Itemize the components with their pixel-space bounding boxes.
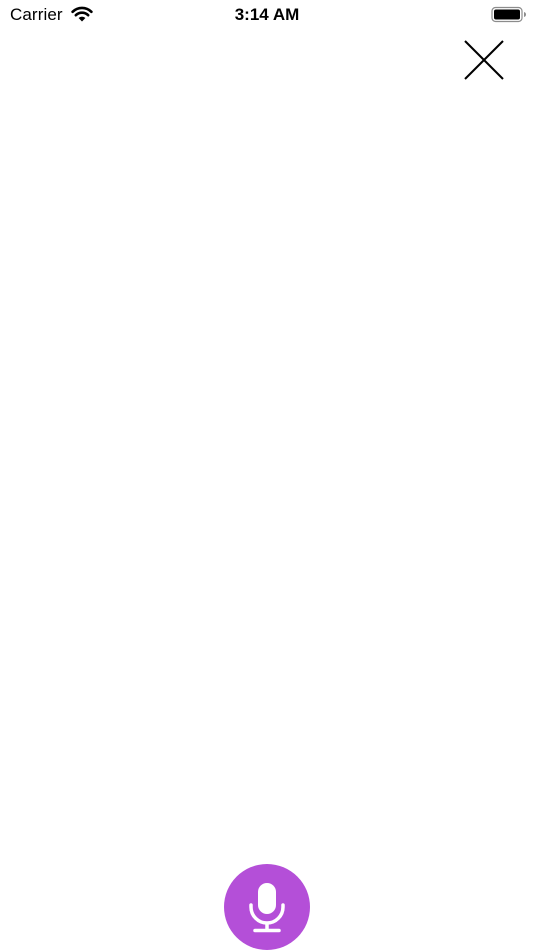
battery-icon — [491, 6, 526, 23]
status-bar: Carrier 3:14 AM — [0, 0, 534, 32]
status-time: 3:14 AM — [234, 5, 300, 24]
microphone-button[interactable] — [224, 864, 310, 950]
close-button[interactable] — [461, 38, 507, 84]
close-icon — [464, 40, 504, 80]
microphone-icon — [249, 883, 285, 933]
